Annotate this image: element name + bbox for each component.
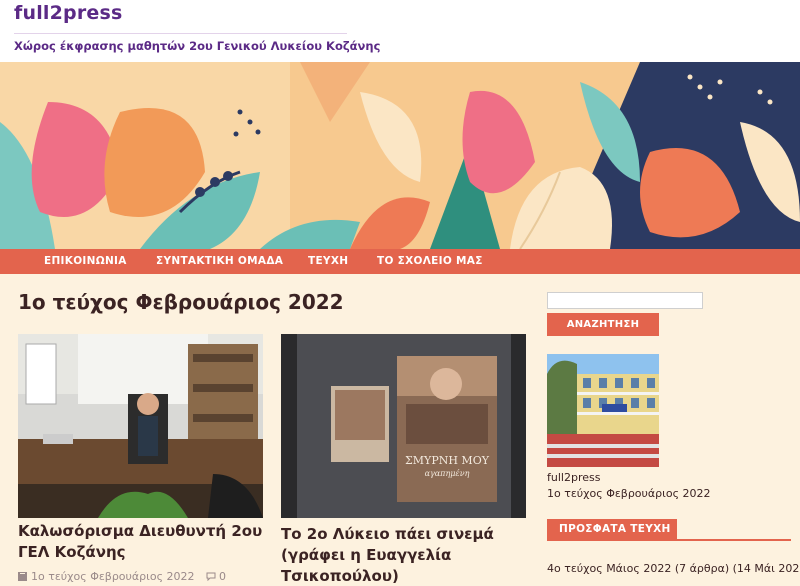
school-building-thumbnail[interactable] — [547, 354, 659, 467]
widget-site-label: full2press — [547, 471, 601, 484]
post-category-link[interactable]: 1ο τεύχος Φεβρουάριος 2022 — [31, 570, 195, 583]
site-tagline: Χώρος έκφρασης μαθητών 2ου Γενικού Λυκεί… — [14, 39, 381, 53]
poster-title-text: ΣΜΥΡΝΗ ΜΟΥ — [405, 454, 490, 467]
office-photo — [18, 334, 263, 518]
site-header: full2press Χώρος έκφρασης μαθητών 2ου Γε… — [0, 0, 800, 62]
school-building-photo — [547, 354, 659, 467]
main-nav: ΕΠΙΚΟΙΝΩΝΙΑ ΣΥΝΤΑΚΤΙΚΗ ΟΜΑΔΑ ΤΕΥΧΗ ΤΟ ΣΧ… — [0, 249, 800, 274]
recent-issues-divider — [547, 539, 791, 541]
post-title-principal-welcome[interactable]: Καλωσόρισμα Διευθυντή 2ου ΓΕΛ Κοζάνης — [18, 521, 273, 563]
recent-issues-heading: ΠΡΟΣΦΑΤΑ ΤΕΥΧΗ — [547, 519, 677, 539]
site-title[interactable]: full2press — [14, 2, 123, 24]
post-thumbnail-cinema[interactable]: ΣΜΥΡΝΗ ΜΟΥ αγαπημένη — [281, 334, 526, 518]
recent-issue-item[interactable]: 4ο τεύχος Μάιος 2022 (7 άρθρα) (14 Μάι 2… — [547, 562, 800, 575]
post-title-cinema[interactable]: Το 2ο Λύκειο πάει σινεμά (γράφει η Ευαγγ… — [281, 524, 521, 586]
title-divider — [14, 33, 347, 34]
comment-icon — [206, 571, 216, 582]
header-banner — [0, 62, 800, 249]
tropical-leaves-illustration — [0, 62, 800, 249]
search-input[interactable] — [547, 292, 703, 309]
widget-issue-link[interactable]: 1ο τεύχος Φεβρουάριος 2022 — [547, 487, 711, 500]
movie-poster-photo: ΣΜΥΡΝΗ ΜΟΥ αγαπημένη — [281, 334, 526, 518]
post-thumbnail-principal[interactable] — [18, 334, 263, 518]
nav-item-issues[interactable]: ΤΕΥΧΗ — [308, 249, 348, 274]
search-button[interactable]: ΑΝΑΖΗΤΗΣΗ — [547, 313, 659, 336]
comment-count[interactable]: 0 — [219, 570, 226, 583]
nav-item-our-school[interactable]: ΤΟ ΣΧΟΛΕΙΟ ΜΑΣ — [377, 249, 483, 274]
poster-subtitle-text: αγαπημένη — [425, 469, 470, 478]
post-meta-principal: 1ο τεύχος Φεβρουάριος 2022 0 — [18, 570, 226, 583]
page-title: 1ο τεύχος Φεβρουάριος 2022 — [18, 290, 344, 314]
nav-item-editorial-team[interactable]: ΣΥΝΤΑΚΤΙΚΗ ΟΜΑΔΑ — [156, 249, 283, 274]
folder-icon — [18, 571, 27, 581]
nav-item-contact[interactable]: ΕΠΙΚΟΙΝΩΝΙΑ — [44, 249, 127, 274]
